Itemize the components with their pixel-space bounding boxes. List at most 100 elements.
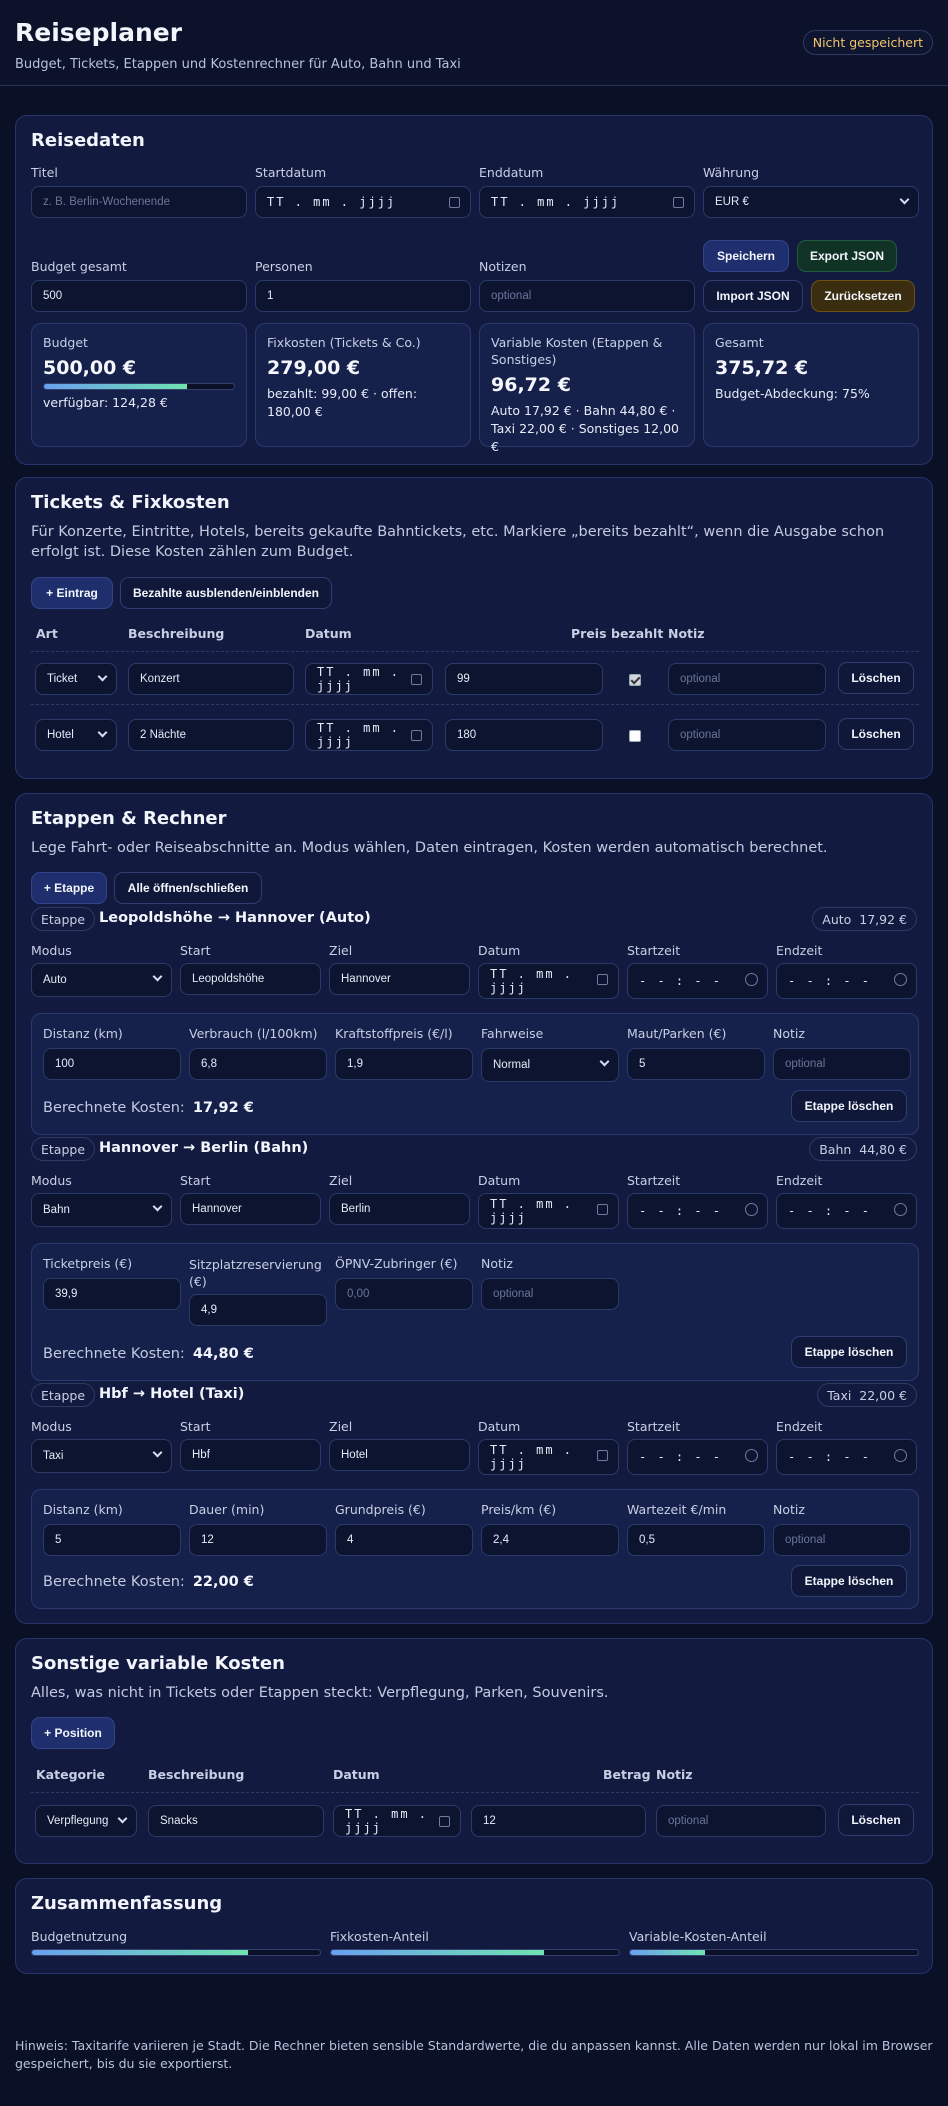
clock-icon[interactable]	[894, 973, 907, 986]
endtime-input[interactable]: - - : - -	[776, 963, 917, 999]
endtime-input[interactable]: - - : - -	[776, 1193, 917, 1229]
fuel-price-input[interactable]: 1,9	[335, 1048, 473, 1080]
stage-date-input[interactable]: TT . mm . jjjj	[478, 963, 619, 999]
price-per-km-input[interactable]: 2,4	[481, 1524, 619, 1556]
position-amount-input[interactable]: 12	[471, 1805, 646, 1837]
starttime-input[interactable]: - - : - -	[627, 1439, 768, 1475]
enddatum-input[interactable]: TT . mm . jjjj	[479, 186, 695, 218]
fixkosten-stat-title: Fixkosten (Tickets & Co.)	[267, 335, 421, 350]
distance-input[interactable]: 100	[43, 1048, 181, 1080]
startdatum-input[interactable]: TT . mm . jjjj	[255, 186, 471, 218]
toggle-all-button[interactable]: Alle öffnen/schließen	[114, 872, 262, 904]
calendar-icon[interactable]	[597, 1204, 608, 1215]
notes-input[interactable]: optional	[479, 280, 695, 312]
persons-input[interactable]: 1	[255, 280, 471, 312]
endtime-value: - - : - -	[788, 974, 872, 988]
delete-etappe-button[interactable]: Etappe löschen	[791, 1565, 907, 1597]
base-price-input[interactable]: 4	[335, 1524, 473, 1556]
ticket-desc-input[interactable]: 2 Nächte	[128, 719, 294, 751]
calendar-icon[interactable]	[449, 197, 460, 208]
note-input[interactable]: optional	[773, 1048, 911, 1080]
ziel-input[interactable]: Hannover	[329, 963, 470, 995]
fixkosten-share-bar	[330, 1949, 620, 1956]
ticket-date-value: TT . mm . jjjj	[317, 665, 401, 693]
clock-icon[interactable]	[745, 973, 758, 986]
clock-icon[interactable]	[745, 1203, 758, 1216]
ticket-delete-button[interactable]: Löschen	[838, 718, 914, 750]
ticket-paid-checkbox[interactable]	[629, 674, 641, 686]
clock-icon[interactable]	[894, 1203, 907, 1216]
delete-etappe-button[interactable]: Etappe löschen	[791, 1090, 907, 1122]
ticket-art-select[interactable]: Ticket	[35, 663, 117, 695]
mode-select[interactable]: Auto	[31, 963, 172, 997]
summary-heading: Zusammenfassung	[31, 1893, 223, 1914]
etappe-chip[interactable]: Etappe	[31, 1137, 96, 1161]
currency-select[interactable]: EUR €	[703, 186, 919, 218]
start-input[interactable]: Leopoldshöhe	[180, 963, 321, 995]
position-desc-input[interactable]: Snacks	[148, 1805, 324, 1837]
endtime-input[interactable]: - - : - -	[776, 1439, 917, 1475]
save-button[interactable]: Speichern	[703, 240, 789, 272]
fixkosten-share-fill	[331, 1950, 545, 1955]
calendar-icon[interactable]	[411, 730, 422, 741]
mode-select[interactable]: Bahn	[31, 1193, 172, 1227]
clock-icon[interactable]	[894, 1449, 907, 1462]
starttime-input[interactable]: - - : - -	[627, 1193, 768, 1229]
tickets-section: Tickets & Fixkosten Für Konzerte, Eintri…	[15, 477, 933, 779]
etappe-chip[interactable]: Etappe	[31, 907, 96, 931]
driving-style-select[interactable]: Normal	[481, 1048, 619, 1082]
calendar-icon[interactable]	[439, 1816, 450, 1827]
category-select[interactable]: Verpflegung	[35, 1805, 137, 1837]
toll-input[interactable]: 5	[627, 1048, 765, 1080]
export-json-button[interactable]: Export JSON	[797, 240, 897, 272]
reset-button[interactable]: Zurücksetzen	[811, 280, 915, 312]
position-note-input[interactable]: optional	[656, 1805, 826, 1837]
import-json-button[interactable]: Import JSON	[703, 280, 803, 312]
clock-icon[interactable]	[745, 1449, 758, 1462]
consumption-input[interactable]: 6,8	[189, 1048, 327, 1080]
ticket-date-input[interactable]: TT . mm . jjjj	[305, 663, 433, 695]
calendar-icon[interactable]	[673, 197, 684, 208]
stage-date-input[interactable]: TT . mm . jjjj	[478, 1439, 619, 1475]
mode-select[interactable]: Taxi	[31, 1439, 172, 1473]
ziel-label: Ziel	[329, 1419, 353, 1434]
ticket-price-input[interactable]: 180	[445, 719, 603, 751]
ticket-desc-input[interactable]: Konzert	[128, 663, 294, 695]
calendar-icon[interactable]	[597, 1450, 608, 1461]
field-label: Wartezeit €/min	[627, 1502, 727, 1517]
stage-date-input[interactable]: TT . mm . jjjj	[478, 1193, 619, 1229]
ticket-price-input[interactable]: 99	[445, 663, 603, 695]
ticket-art-select[interactable]: Hotel	[35, 719, 117, 751]
add-etappe-button[interactable]: + Etappe	[31, 872, 107, 904]
distance-input[interactable]: 5	[43, 1524, 181, 1556]
position-delete-button[interactable]: Löschen	[838, 1804, 914, 1836]
start-input[interactable]: Hbf	[180, 1439, 321, 1471]
note-input[interactable]: optional	[773, 1524, 911, 1556]
etappe-chip[interactable]: Etappe	[31, 1383, 96, 1407]
start-input[interactable]: Hannover	[180, 1193, 321, 1225]
add-position-button[interactable]: + Position	[31, 1717, 115, 1749]
reservation-input[interactable]: 4,9	[189, 1294, 327, 1326]
position-date-input[interactable]: TT . mm . jjjj	[333, 1805, 461, 1837]
ticket-paid-checkbox[interactable]	[629, 730, 641, 742]
ticket-note-input[interactable]: optional	[668, 663, 826, 695]
ziel-input[interactable]: Berlin	[329, 1193, 470, 1225]
oepnv-input[interactable]: 0,00	[335, 1278, 473, 1310]
toggle-paid-button[interactable]: Bezahlte ausblenden/einblenden	[120, 577, 332, 609]
delete-etappe-button[interactable]: Etappe löschen	[791, 1336, 907, 1368]
ticket-price-input[interactable]: 39,9	[43, 1278, 181, 1310]
budget-input[interactable]: 500	[31, 280, 247, 312]
field-label: Grundpreis (€)	[335, 1502, 426, 1517]
starttime-input[interactable]: - - : - -	[627, 963, 768, 999]
titel-input[interactable]: z. B. Berlin-Wochenende	[31, 186, 247, 218]
duration-input[interactable]: 12	[189, 1524, 327, 1556]
ticket-note-input[interactable]: optional	[668, 719, 826, 751]
ticket-date-input[interactable]: TT . mm . jjjj	[305, 719, 433, 751]
calendar-icon[interactable]	[411, 674, 422, 685]
ziel-input[interactable]: Hotel	[329, 1439, 470, 1471]
add-ticket-button[interactable]: + Eintrag	[31, 577, 113, 609]
waiting-rate-input[interactable]: 0,5	[627, 1524, 765, 1556]
note-input[interactable]: optional	[481, 1278, 619, 1310]
calendar-icon[interactable]	[597, 974, 608, 985]
ticket-delete-button[interactable]: Löschen	[838, 662, 914, 694]
